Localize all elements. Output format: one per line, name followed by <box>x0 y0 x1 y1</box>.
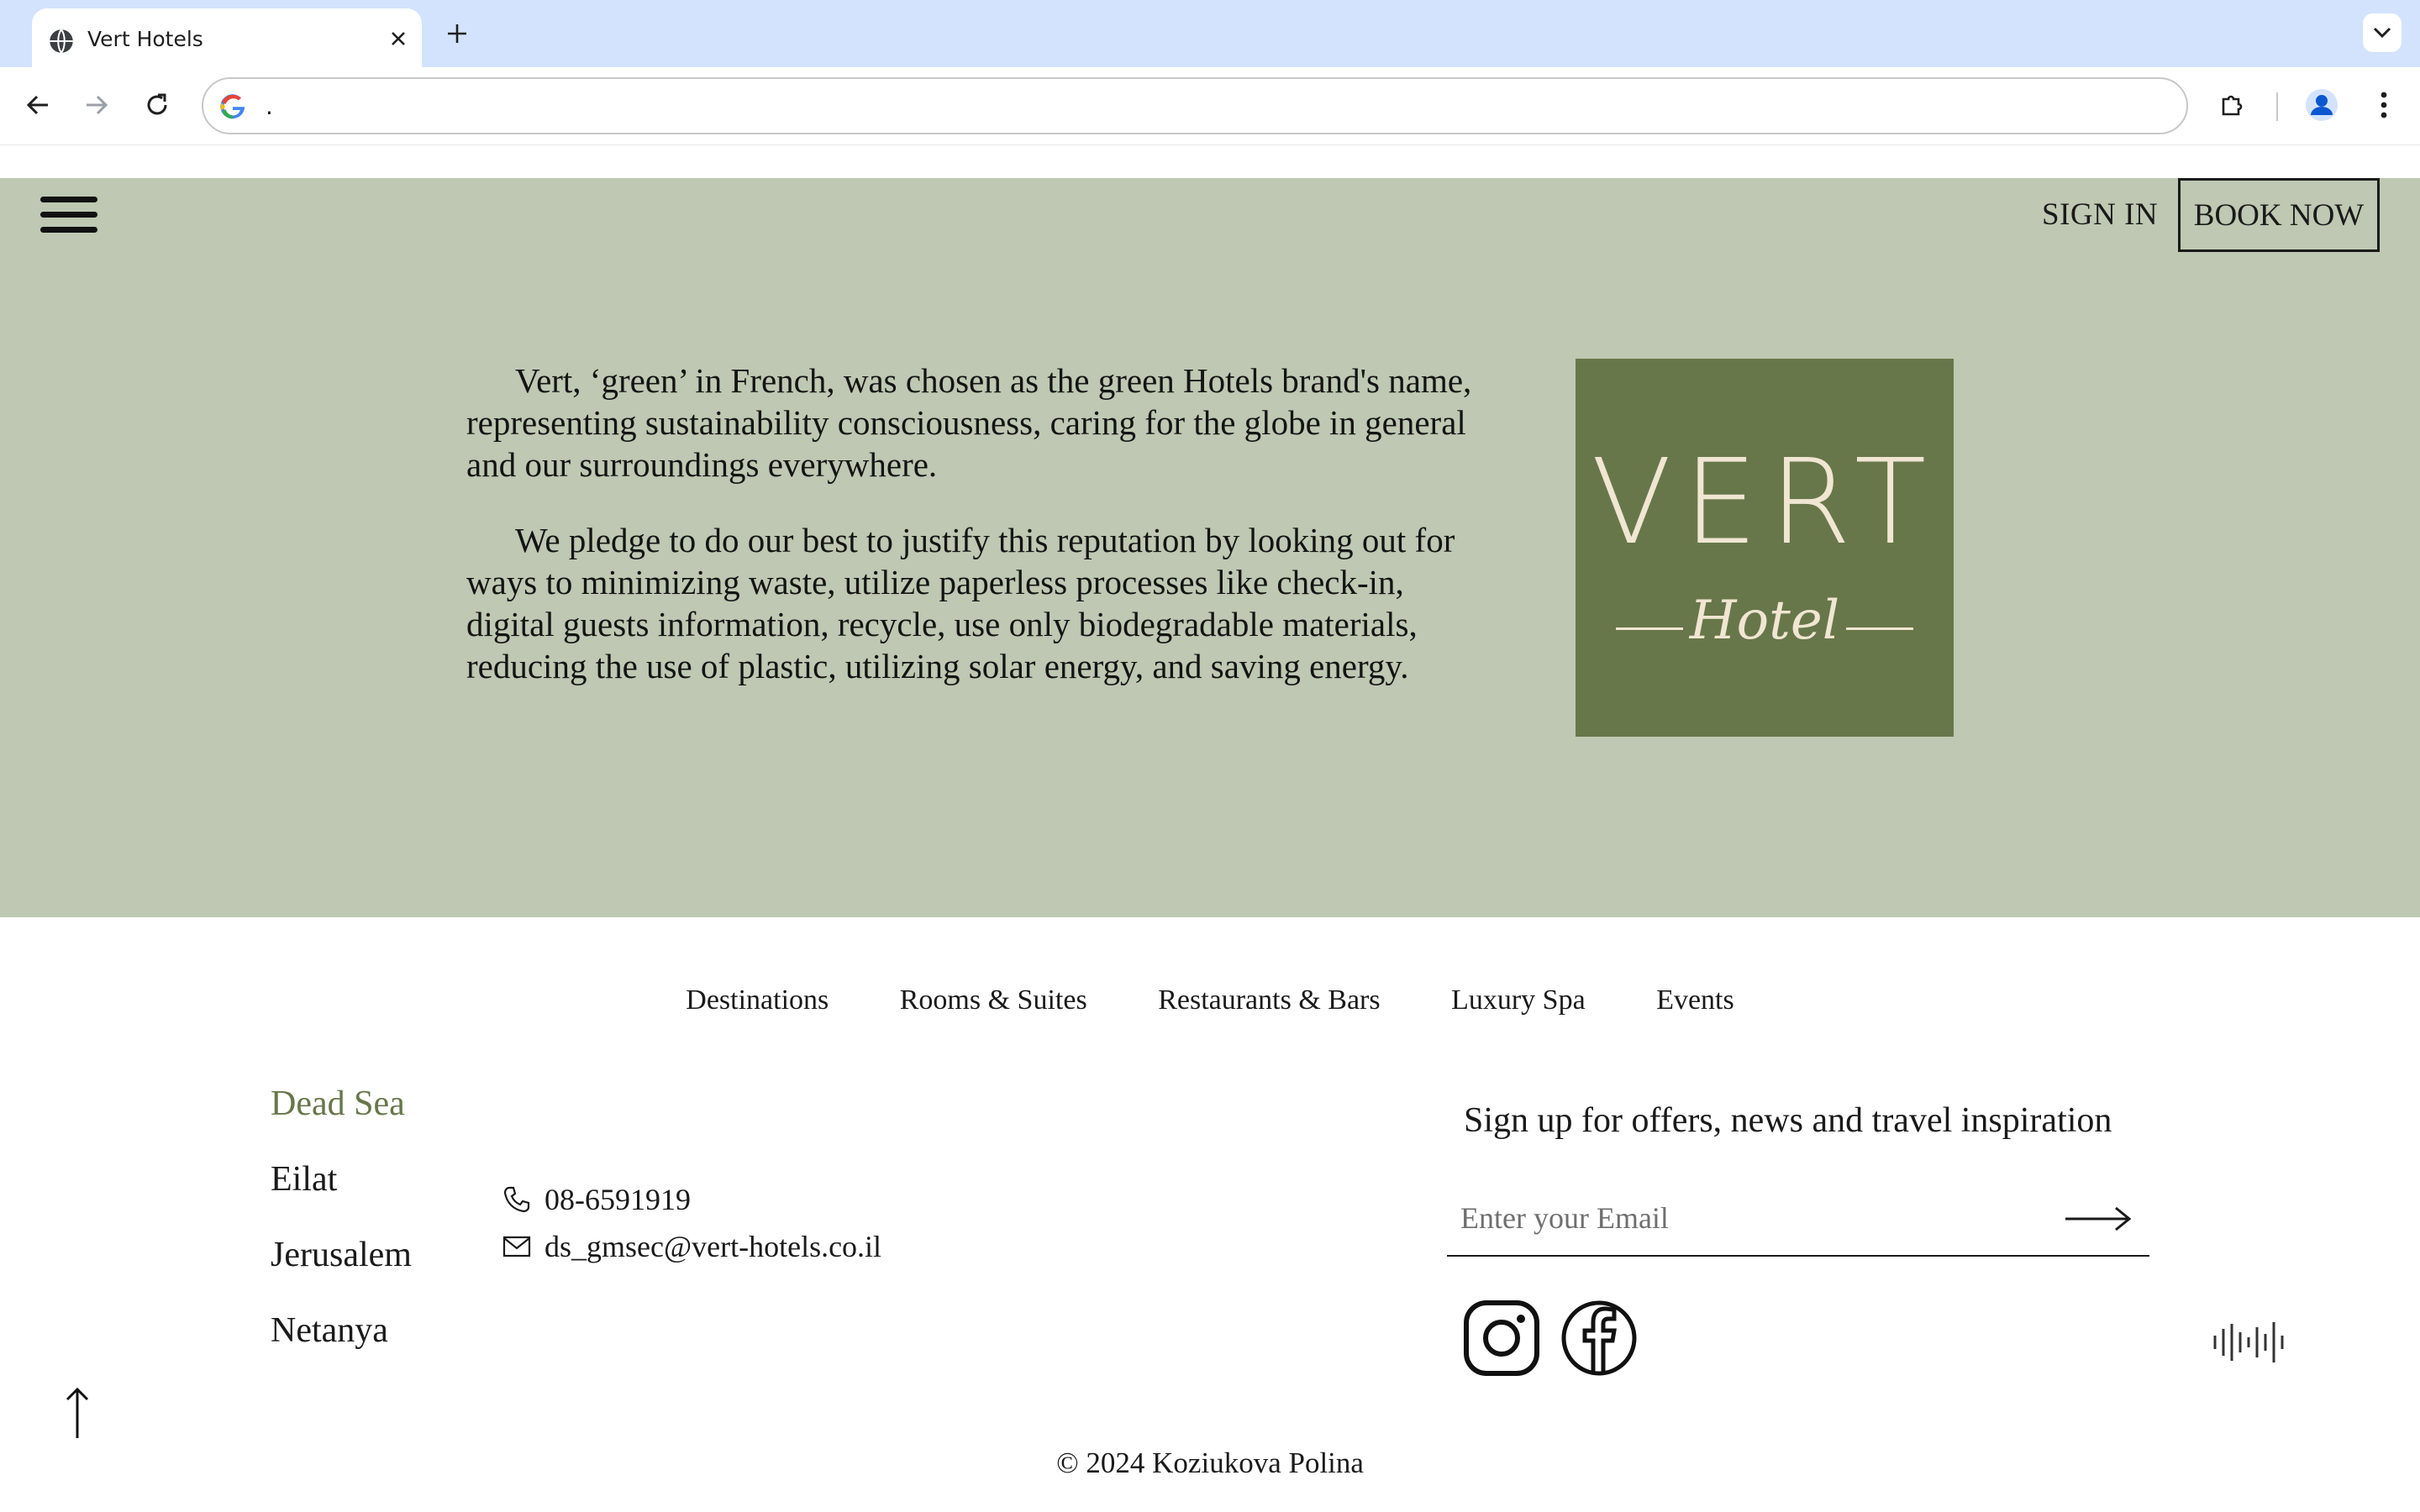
page-top-strip <box>0 144 2420 178</box>
footer-nav: Destinations Rooms & Suites Restaurants … <box>0 984 2420 1016</box>
instagram-icon[interactable] <box>1462 1299 1541 1378</box>
puzzle-icon[interactable] <box>2212 84 2254 126</box>
plus-icon[interactable] <box>440 17 474 50</box>
contact-phone[interactable]: 08-6591919 <box>544 1182 691 1217</box>
browser-tab[interactable]: Vert Hotels <box>32 8 422 67</box>
audio-wave-icon[interactable] <box>2212 1319 2289 1366</box>
signup-title: Sign up for offers, news and travel insp… <box>1464 1101 2112 1140</box>
arrow-up-icon[interactable] <box>62 1386 92 1440</box>
facebook-icon[interactable] <box>1560 1299 1639 1378</box>
footer-nav-events[interactable]: Events <box>1656 984 1734 1016</box>
destination-netanya[interactable]: Netanya <box>271 1310 412 1386</box>
copyright: © 2024 Koziukova Polina <box>1056 1446 1364 1479</box>
footer-nav-rooms[interactable]: Rooms & Suites <box>900 984 1087 1016</box>
address-text: . <box>266 92 273 120</box>
hamburger-icon[interactable] <box>40 195 99 237</box>
phone-icon <box>502 1184 544 1215</box>
profile-avatar-icon[interactable] <box>2301 84 2343 126</box>
destination-dead-sea[interactable]: Dead Sea <box>271 1084 412 1159</box>
arrow-right-icon[interactable] <box>2060 1196 2136 1242</box>
close-icon[interactable] <box>383 24 413 54</box>
browser-toolbar: . <box>0 67 2420 144</box>
logo-script: Hotel <box>1689 590 1840 652</box>
chevron-down-icon[interactable] <box>2363 13 2402 52</box>
reload-icon[interactable] <box>136 84 178 126</box>
forward-arrow-icon[interactable] <box>76 84 118 126</box>
kebab-menu-icon[interactable] <box>2363 84 2405 126</box>
contact-info: 08-6591919 ds_gmsec@vert-hotels.co.il <box>502 1176 881 1270</box>
destination-eilat[interactable]: Eilat <box>271 1159 412 1235</box>
hero-paragraph-2: We pledge to do our best to justify this… <box>466 521 1455 685</box>
globe-icon <box>50 29 73 54</box>
logo-line-right <box>1846 627 1913 630</box>
book-now-button[interactable]: BOOK NOW <box>2178 178 2380 252</box>
contact-phone-row: 08-6591919 <box>502 1176 881 1223</box>
back-arrow-icon[interactable] <box>17 84 59 126</box>
mail-icon <box>502 1231 544 1262</box>
hero-section: SIGN IN BOOK NOW Vert, ‘green’ in French… <box>0 178 2420 917</box>
footer-nav-restaurants[interactable]: Restaurants & Bars <box>1158 984 1380 1016</box>
sign-in-link[interactable]: SIGN IN <box>2042 197 2158 233</box>
browser-tab-strip: Vert Hotels <box>0 0 2420 67</box>
tab-title: Vert Hotels <box>87 27 203 51</box>
footer-nav-destinations[interactable]: Destinations <box>686 984 829 1016</box>
contact-email[interactable]: ds_gmsec@vert-hotels.co.il <box>544 1229 881 1264</box>
hero-paragraph-1: Vert, ‘green’ in French, was chosen as t… <box>466 361 1472 484</box>
address-bar[interactable]: . <box>202 77 2188 134</box>
hero-description: Vert, ‘green’ in French, was chosen as t… <box>466 360 1475 721</box>
vert-hotel-logo: VERT Hotel <box>1576 359 1954 737</box>
logo-word: VERT <box>1591 434 1939 571</box>
footer-nav-spa[interactable]: Luxury Spa <box>1451 984 1586 1016</box>
email-input[interactable] <box>1460 1193 2049 1243</box>
contact-email-row: ds_gmsec@vert-hotels.co.il <box>502 1223 881 1270</box>
destination-jerusalem[interactable]: Jerusalem <box>271 1235 412 1310</box>
toolbar-divider <box>2276 92 2278 121</box>
google-g-icon <box>220 94 245 119</box>
email-signup-form <box>1447 1184 2149 1257</box>
destination-list: Dead Sea Eilat Jerusalem Netanya <box>271 1084 412 1386</box>
